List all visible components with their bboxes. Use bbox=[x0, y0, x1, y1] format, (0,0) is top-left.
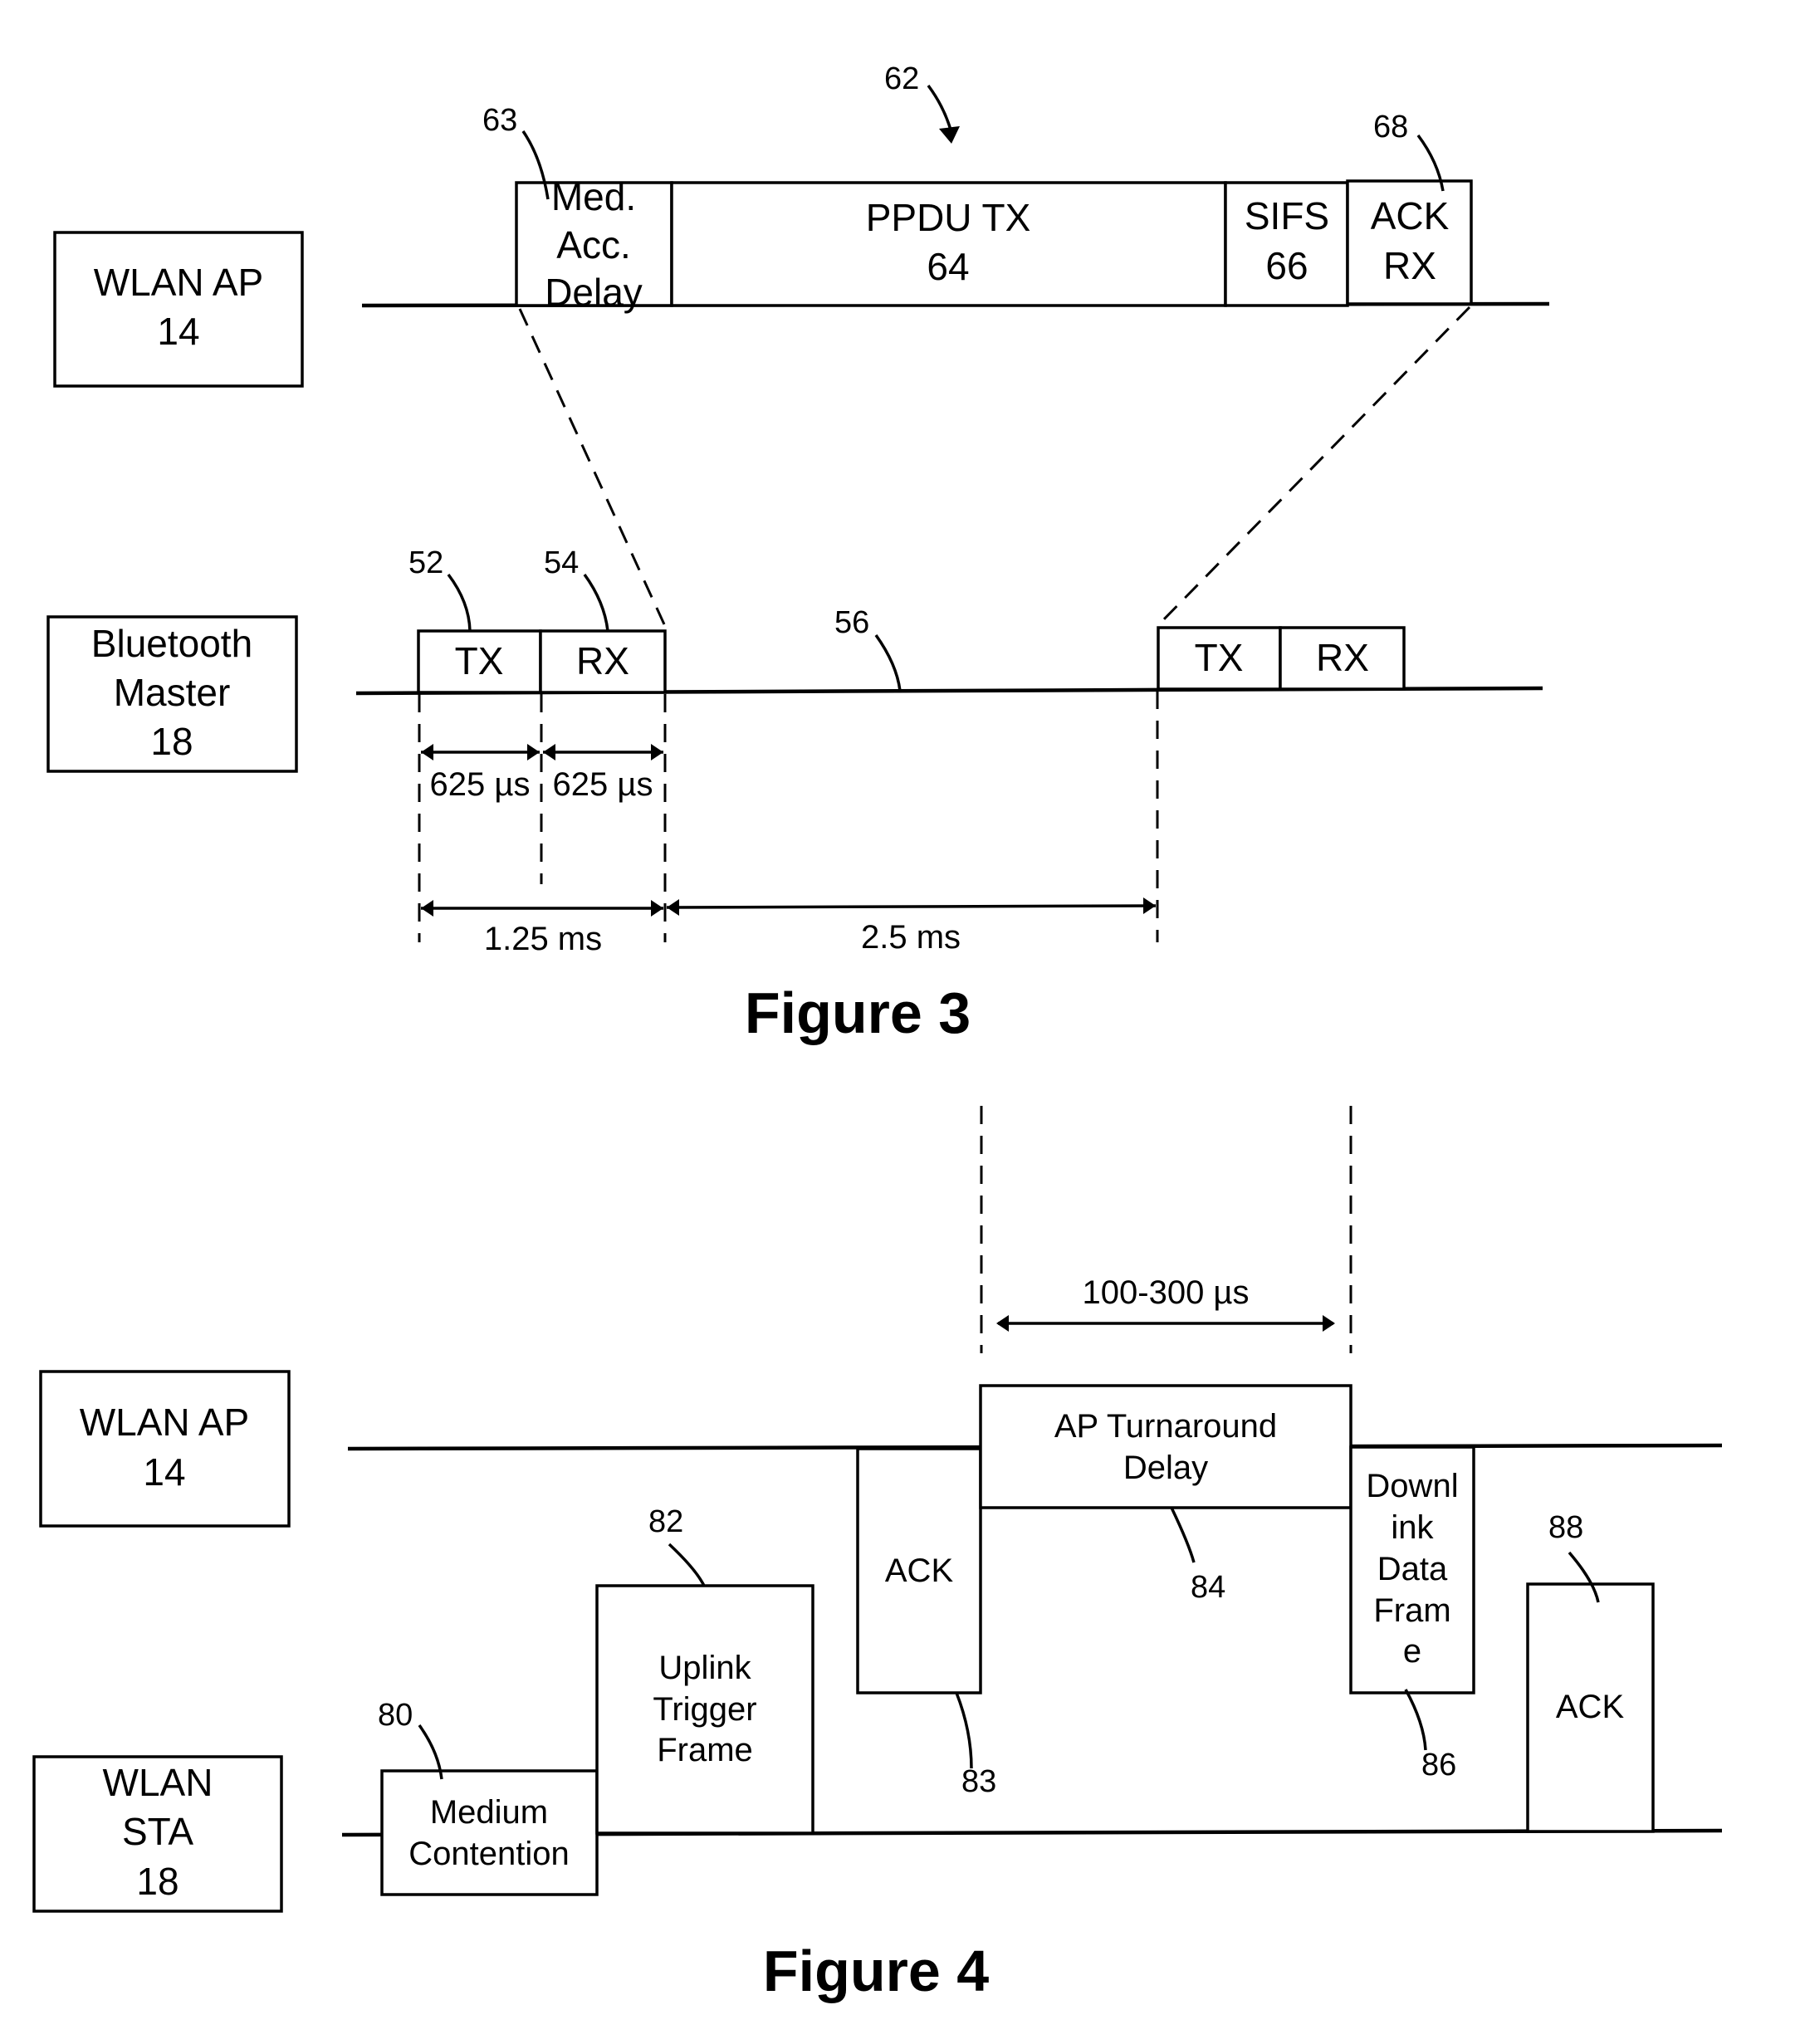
arrowhead-left bbox=[421, 744, 433, 760]
ref-83-leader bbox=[955, 1692, 973, 1769]
arrowhead-left bbox=[667, 899, 679, 916]
medium-contention-line2: Contention bbox=[408, 1836, 569, 1872]
uplink-trigger-line1: Uplink bbox=[658, 1650, 751, 1686]
bt-tx-slot-1: TX bbox=[417, 629, 542, 694]
arrowhead-left bbox=[996, 1315, 1009, 1332]
ref-54: 54 bbox=[544, 545, 579, 580]
ppdu-tx-number: 64 bbox=[927, 245, 969, 288]
ref-86-leader bbox=[1404, 1689, 1427, 1751]
arrowhead-right bbox=[1323, 1315, 1335, 1332]
master-label: Master bbox=[114, 671, 231, 714]
ref-56-leader bbox=[874, 633, 902, 692]
bt-rx-slot-1: RX bbox=[539, 629, 667, 694]
rx-duration-label: 625 µs bbox=[553, 766, 653, 803]
wlan-ap-label: WLAN AP bbox=[80, 1401, 250, 1444]
wlan-ap-box-fig3: WLAN AP 14 bbox=[53, 231, 304, 388]
wlan-sta-number: 18 bbox=[136, 1860, 179, 1903]
med-acc-delay-frame: Med. Acc. Delay bbox=[515, 175, 673, 314]
ref-54-leader bbox=[583, 573, 609, 632]
gap-duration-label: 2.5 ms bbox=[861, 919, 961, 956]
ref-68: 68 bbox=[1373, 110, 1408, 144]
ap-ack-label: ACK bbox=[885, 1553, 954, 1589]
ap-turnaround-line2: Delay bbox=[1123, 1450, 1208, 1486]
uplink-trigger-line2: Trigger bbox=[653, 1691, 756, 1728]
wlan-ap-label: WLAN AP bbox=[94, 261, 264, 304]
wlan-sta-label1: WLAN bbox=[103, 1761, 213, 1804]
ref-83: 83 bbox=[961, 1764, 996, 1799]
figure-4: 100-300 µs WLAN AP 14 WLAN STA 18 Medium… bbox=[32, 1106, 1723, 2003]
figure-4-caption: Figure 4 bbox=[763, 1939, 989, 2003]
arrowhead-right bbox=[651, 744, 663, 760]
downlink-data-frame: Downl ink Data Fram e bbox=[1349, 1445, 1475, 1694]
tx-label: TX bbox=[1195, 636, 1244, 679]
arrowhead-right bbox=[1143, 897, 1156, 914]
downlink-line1: Downl bbox=[1366, 1468, 1458, 1504]
timing-diagrams: WLAN AP 14 Med. Acc. Delay PPDU TX 64 SI… bbox=[32, 61, 1723, 2003]
arrowhead-right bbox=[527, 744, 540, 760]
ack-rx-label2: RX bbox=[1383, 244, 1436, 287]
wlan-sta-box: WLAN STA 18 bbox=[32, 1755, 283, 1913]
ref-86: 86 bbox=[1421, 1748, 1456, 1782]
uplink-trigger-line3: Frame bbox=[657, 1732, 753, 1768]
gap-duration-arrow bbox=[666, 904, 1157, 909]
ref-52: 52 bbox=[408, 545, 443, 580]
bt-tx-slot-2: TX bbox=[1157, 626, 1282, 691]
ref-63: 63 bbox=[482, 103, 517, 138]
ref-82: 82 bbox=[648, 1504, 683, 1539]
ref-88: 88 bbox=[1548, 1510, 1583, 1545]
med-acc-delay-line2: Acc. bbox=[556, 223, 630, 267]
projection-right-dashed bbox=[1157, 306, 1471, 626]
wlan-ap-number: 14 bbox=[157, 310, 199, 353]
ref-62-arrowhead bbox=[939, 126, 960, 144]
wlan-ap-number: 14 bbox=[143, 1450, 185, 1494]
ref-62-leader bbox=[927, 84, 953, 134]
medium-contention-line1: Medium bbox=[430, 1794, 548, 1831]
ap-ack-frame: ACK bbox=[856, 1447, 982, 1694]
ppdu-tx-frame: PPDU TX 64 bbox=[670, 181, 1227, 307]
ref-52-leader bbox=[447, 573, 472, 632]
ref-62: 62 bbox=[884, 61, 919, 96]
ap-turnaround-line1: AP Turnaround bbox=[1054, 1408, 1277, 1445]
ref-80: 80 bbox=[378, 1698, 413, 1733]
bluetooth-master-box: Bluetooth Master 18 bbox=[46, 615, 298, 773]
ppdu-tx-label: PPDU TX bbox=[866, 196, 1031, 239]
ref-84: 84 bbox=[1191, 1570, 1225, 1605]
ack-rx-frame: ACK RX bbox=[1346, 179, 1473, 306]
figure-3-caption: Figure 3 bbox=[745, 980, 971, 1045]
sta-ack-label: ACK bbox=[1556, 1689, 1625, 1725]
downlink-line4: Fram bbox=[1373, 1592, 1450, 1629]
downlink-line2: ink bbox=[1391, 1509, 1434, 1546]
turnaround-duration-label: 100-300 µs bbox=[1083, 1274, 1250, 1311]
projection-left-dashed bbox=[518, 308, 666, 625]
tx-duration-label: 625 µs bbox=[430, 766, 531, 803]
medium-contention-frame: Medium Contention bbox=[380, 1769, 599, 1896]
ack-rx-label: ACK bbox=[1371, 194, 1450, 237]
sifs-frame: SIFS 66 bbox=[1224, 181, 1349, 307]
arrowhead-left bbox=[421, 900, 433, 917]
wlan-ap-box-fig4: WLAN AP 14 bbox=[39, 1370, 291, 1528]
rx-label: RX bbox=[1316, 636, 1369, 679]
bluetooth-number: 18 bbox=[150, 720, 193, 763]
downlink-line3: Data bbox=[1377, 1551, 1448, 1587]
bt-rx-slot-2: RX bbox=[1279, 626, 1406, 691]
med-acc-delay-line3: Delay bbox=[545, 271, 643, 314]
arrowhead-right bbox=[651, 900, 663, 917]
ref-84-leader bbox=[1170, 1507, 1196, 1563]
sifs-number: 66 bbox=[1265, 244, 1308, 287]
med-acc-delay-line1: Med. bbox=[551, 175, 636, 218]
ref-56: 56 bbox=[834, 605, 869, 640]
rx-label: RX bbox=[576, 639, 629, 682]
sta-ack-frame: ACK bbox=[1526, 1582, 1655, 1833]
figure-3: WLAN AP 14 Med. Acc. Delay PPDU TX 64 SI… bbox=[46, 61, 1550, 1045]
ap-turnaround-delay-frame: AP Turnaround Delay bbox=[979, 1384, 1352, 1509]
arrowhead-left bbox=[543, 744, 555, 760]
bluetooth-label: Bluetooth bbox=[91, 622, 252, 665]
tx-label: TX bbox=[455, 639, 504, 682]
sifs-label: SIFS bbox=[1245, 194, 1329, 237]
frame-duration-label: 1.25 ms bbox=[484, 921, 602, 957]
uplink-trigger-frame: Uplink Trigger Frame bbox=[595, 1584, 814, 1835]
downlink-line5: e bbox=[1403, 1633, 1421, 1670]
ref-82-leader bbox=[668, 1543, 706, 1587]
wlan-sta-label2: STA bbox=[122, 1810, 193, 1853]
